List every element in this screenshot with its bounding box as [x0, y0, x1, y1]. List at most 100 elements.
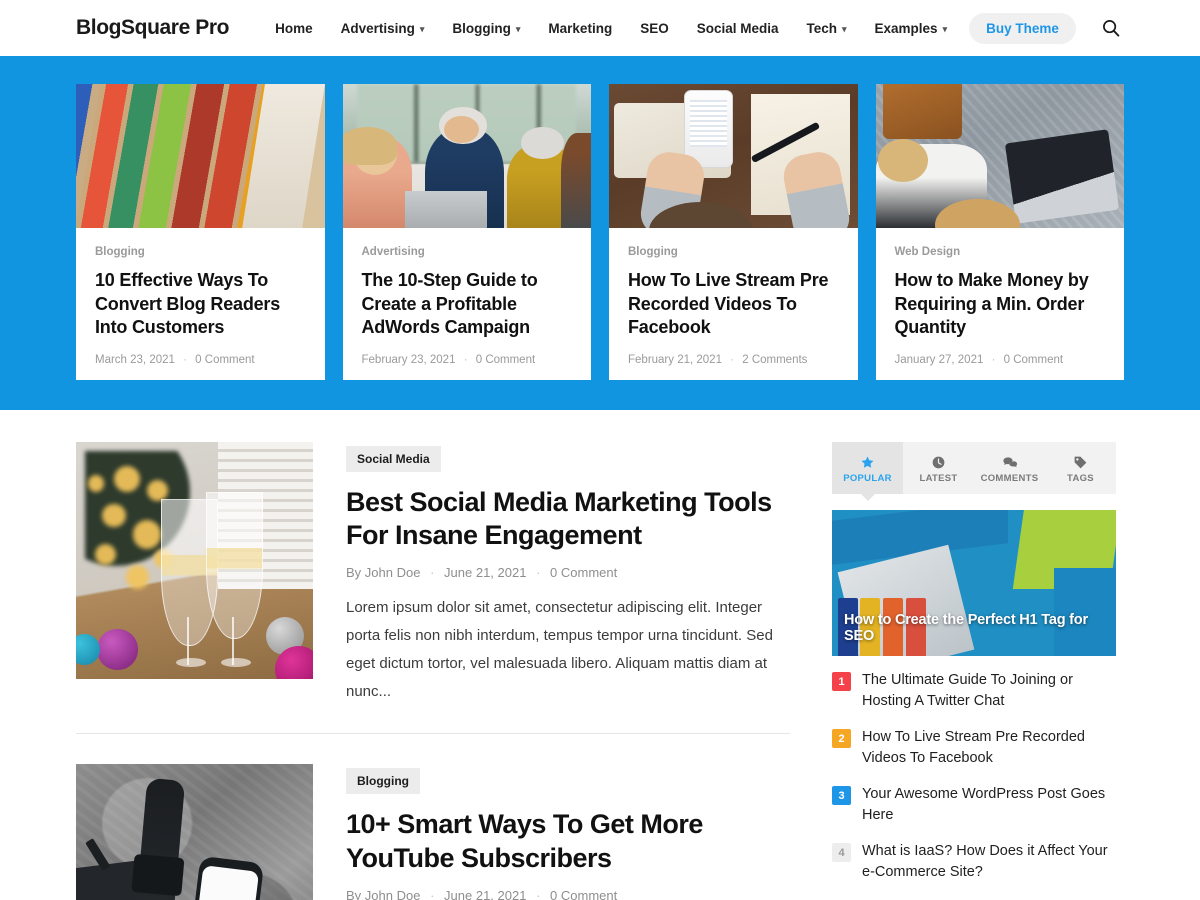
meta-separator: ·: [536, 565, 541, 581]
featured-date: February 23, 2021: [361, 353, 456, 366]
woman-pointing-laptop-image: [875, 84, 1124, 228]
nav-label: Blogging: [452, 20, 511, 36]
featured-comments[interactable]: 0 Comment: [476, 354, 535, 366]
ranked-post-title[interactable]: The Ultimate Guide To Joining or Hosting…: [862, 670, 1116, 711]
sidebar-featured-post[interactable]: How to Create the Perfect H1 Tag for SEO: [832, 510, 1116, 656]
featured-thumbnail[interactable]: [342, 84, 591, 228]
post-thumbnail[interactable]: FIELDNOTES: [76, 764, 313, 900]
nav-item-advertising[interactable]: Advertising ▾: [327, 15, 439, 42]
site-brand[interactable]: BlogSquare Pro: [76, 16, 229, 40]
sidebar: POPULAR LATEST COMMENTS TAGS How to Crea…: [832, 442, 1116, 900]
desk-flatlay-image: [609, 84, 858, 228]
post-comments[interactable]: 0 Comment: [550, 888, 617, 900]
post-excerpt: Lorem ipsum dolor sit amet, consectetur …: [346, 599, 773, 700]
sidebar-featured-title: How to Create the Perfect H1 Tag for SEO: [844, 612, 1088, 644]
featured-meta: March 23, 2021 · 0 Comment: [95, 354, 306, 366]
list-item[interactable]: 3 Your Awesome WordPress Post Goes Here: [832, 784, 1116, 825]
chevron-down-icon: ▾: [842, 23, 847, 34]
featured-card[interactable]: Blogging How To Live Stream Pre Recorded…: [609, 84, 858, 380]
featured-comments[interactable]: 2 Comments: [742, 354, 807, 366]
meta-separator: ·: [430, 565, 435, 581]
meta-separator: ·: [430, 887, 435, 900]
post-thumbnail[interactable]: [76, 442, 313, 679]
featured-title[interactable]: How to Make Money by Requiring a Min. Or…: [895, 269, 1106, 340]
nav-item-tech[interactable]: Tech ▾: [792, 15, 860, 42]
post-item: Social Media Best Social Media Marketing…: [76, 442, 790, 733]
featured-meta: January 27, 2021 · 0 Comment: [895, 354, 1106, 366]
list-item[interactable]: 4 What is IaaS? How Does it Affect Your …: [832, 841, 1116, 882]
nav-item-examples[interactable]: Examples ▾: [861, 15, 962, 42]
post-author[interactable]: By John Doe: [346, 565, 420, 580]
ranked-post-title[interactable]: Your Awesome WordPress Post Goes Here: [862, 784, 1116, 825]
post-author[interactable]: By John Doe: [346, 888, 420, 900]
featured-category[interactable]: Blogging: [95, 246, 306, 258]
sidebar-tab-bar: POPULAR LATEST COMMENTS TAGS: [832, 442, 1116, 501]
nav-label: Examples: [874, 20, 938, 36]
content-wrapper: Social Media Best Social Media Marketing…: [0, 410, 1200, 900]
post-item: FIELDNOTES Blogging 10+ Smart Ways To Ge…: [76, 733, 790, 900]
site-header: BlogSquare Pro Home Advertising ▾ Bloggi…: [0, 0, 1200, 56]
chevron-down-icon: ▾: [942, 23, 948, 34]
popular-posts-list: 1 The Ultimate Guide To Joining or Hosti…: [832, 670, 1116, 900]
tab-label: LATEST: [919, 472, 958, 484]
list-item[interactable]: 2 How To Live Stream Pre Recorded Videos…: [832, 727, 1116, 768]
nav-item-marketing[interactable]: Marketing: [534, 15, 626, 42]
featured-title[interactable]: 10 Effective Ways To Convert Blog Reader…: [95, 269, 306, 340]
nav-item-seo[interactable]: SEO: [626, 15, 683, 42]
featured-date: February 21, 2021: [628, 353, 722, 366]
featured-category[interactable]: Blogging: [628, 246, 839, 258]
rank-badge: 1: [832, 672, 851, 691]
chevron-down-icon: ▾: [419, 23, 425, 34]
post-title[interactable]: Best Social Media Marketing Tools For In…: [346, 486, 790, 552]
featured-thumbnail[interactable]: [76, 84, 325, 228]
post-category-chip[interactable]: Blogging: [346, 768, 420, 795]
nav-label: Home: [275, 20, 313, 36]
meta-separator: ·: [730, 353, 735, 366]
featured-meta: February 23, 2021 · 0 Comment: [362, 354, 573, 366]
tab-popular[interactable]: POPULAR: [832, 442, 903, 501]
wine-glasses-christmas-image: [76, 442, 313, 679]
primary-navigation: Home Advertising ▾ Blogging ▾ Marketing …: [261, 12, 1076, 44]
tab-tags[interactable]: TAGS: [1045, 442, 1116, 494]
post-comments[interactable]: 0 Comment: [550, 565, 617, 580]
post-list: Social Media Best Social Media Marketing…: [76, 442, 790, 900]
post-category-chip[interactable]: Social Media: [346, 446, 441, 472]
ranked-post-title[interactable]: How To Live Stream Pre Recorded Videos T…: [862, 727, 1116, 768]
nav-label: Marketing: [548, 20, 613, 36]
featured-title[interactable]: The 10-Step Guide to Create a Profitable…: [362, 269, 573, 340]
featured-title[interactable]: How To Live Stream Pre Recorded Videos T…: [628, 269, 839, 340]
star-icon: [861, 456, 874, 468]
post-title[interactable]: 10+ Smart Ways To Get More YouTube Subsc…: [346, 808, 790, 874]
nav-label: SEO: [640, 20, 669, 36]
featured-comments[interactable]: 0 Comment: [195, 354, 254, 366]
nav-label: Social Media: [696, 20, 779, 36]
list-item[interactable]: 1 The Ultimate Guide To Joining or Hosti…: [832, 670, 1116, 711]
nav-item-social-media[interactable]: Social Media: [683, 15, 793, 42]
featured-card[interactable]: Web Design How to Make Money by Requirin…: [875, 84, 1124, 380]
tab-comments[interactable]: COMMENTS: [974, 442, 1045, 494]
meta-separator: ·: [463, 353, 468, 366]
buy-theme-button[interactable]: Buy Theme: [969, 12, 1076, 44]
featured-comments[interactable]: 0 Comment: [1004, 354, 1063, 366]
nav-item-home[interactable]: Home: [261, 15, 327, 42]
rank-badge: 4: [832, 843, 851, 863]
post-date: June 21, 2021: [444, 887, 527, 900]
chevron-down-icon: ▾: [515, 23, 521, 34]
featured-card[interactable]: Advertising The 10-Step Guide to Create …: [342, 84, 591, 380]
featured-category[interactable]: Advertising: [362, 246, 573, 258]
featured-card[interactable]: Blogging 10 Effective Ways To Convert Bl…: [76, 84, 325, 380]
search-button[interactable]: [1098, 15, 1124, 41]
featured-card-row: Blogging 10 Effective Ways To Convert Bl…: [0, 84, 1200, 380]
featured-category[interactable]: Web Design: [895, 246, 1106, 258]
meta-separator: ·: [183, 353, 187, 366]
tag-icon: [1074, 456, 1087, 468]
nav-label: Tech: [806, 20, 837, 36]
tab-latest[interactable]: LATEST: [903, 442, 974, 494]
ranked-post-title[interactable]: What is IaaS? How Does it Affect Your e-…: [862, 841, 1116, 882]
featured-thumbnail[interactable]: [609, 84, 858, 228]
tab-label: POPULAR: [843, 472, 892, 484]
meta-separator: ·: [991, 353, 996, 366]
nav-item-blogging[interactable]: Blogging ▾: [438, 15, 534, 42]
post-date: June 21, 2021: [444, 565, 527, 581]
featured-thumbnail[interactable]: [875, 84, 1124, 228]
